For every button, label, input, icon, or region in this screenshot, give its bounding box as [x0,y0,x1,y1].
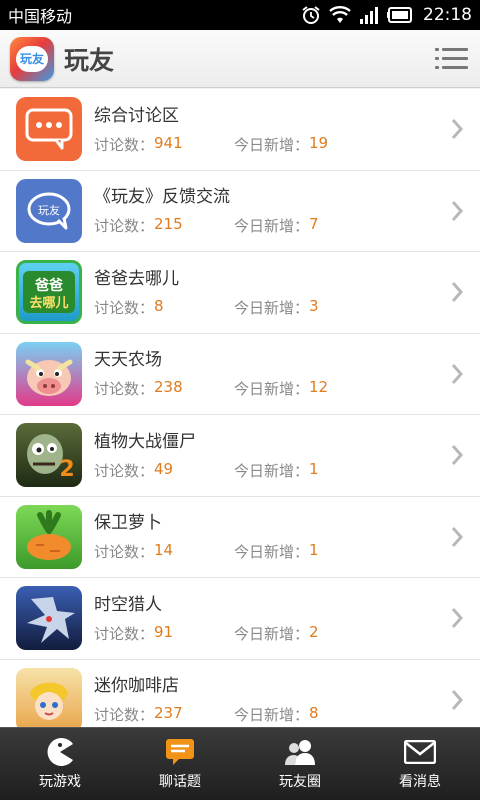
game-farm-icon [16,341,82,406]
tab-label: 玩游戏 [39,774,81,790]
topic-bubble-icon [166,739,194,765]
tab-messages[interactable]: 看消息 [360,728,480,800]
today-new-count: 1 [309,541,319,560]
discussions-label: 讨论数： [94,706,155,725]
discussions-label: 讨论数： [94,461,155,480]
discussions-count: 215 [154,215,183,234]
chevron-right-icon [451,689,464,710]
today-new-label: 今日新增： [234,380,310,399]
forum-name: 迷你咖啡店 [94,676,179,697]
discussions-count: 14 [154,541,174,560]
discussions-label: 讨论数： [94,217,155,236]
discussions-label: 讨论数： [94,543,155,562]
game-pvz-icon: 2 [16,423,82,488]
forum-item[interactable]: 2 植物大战僵尸 讨论数： 49 今日新增： 1 [0,415,480,497]
today-new-count: 2 [309,622,319,641]
menu-icon[interactable] [430,39,470,79]
mail-icon [404,740,436,764]
forum-item[interactable]: 玩友 《玩友》反馈交流 讨论数： 215 今日新增： 7 [0,171,480,252]
forum-name: 天天农场 [94,350,162,371]
forum-name: 《玩友》反馈交流 [94,187,230,208]
app-header: 玩友 玩友 [0,30,480,88]
discussions-label: 讨论数： [94,135,155,154]
bottom-nav: 玩游戏 聊话题 玩友圈 看消息 [0,727,480,800]
svg-text:爸爸: 爸爸 [34,277,63,294]
today-new-count: 1 [309,459,319,478]
signal-icon [360,7,378,24]
forum-name: 保卫萝卜 [94,513,162,534]
status-bar: 中国移动 22:18 [0,0,480,30]
battery-icon [387,7,412,23]
tab-play-games[interactable]: 玩游戏 [0,728,120,800]
forum-name: 爸爸去哪儿 [94,268,179,289]
today-new-label: 今日新增： [234,298,310,317]
game-hunter-icon [16,586,82,651]
forum-item[interactable]: 迷你咖啡店 讨论数： 237 今日新增： 8 [0,660,480,727]
discussions-count: 941 [154,133,183,152]
svg-text:2: 2 [59,457,74,482]
status-icons: 22:18 [301,5,472,25]
page-title: 玩友 [64,45,115,75]
forum-name: 时空猎人 [94,594,162,615]
today-new-label: 今日新增： [234,135,310,154]
app-logo-text: 玩友 [16,45,48,72]
forum-item[interactable]: 爸爸 去哪儿 爸爸去哪儿 讨论数： 8 今日新增： 3 [0,252,480,334]
game-cafe-icon [16,667,82,727]
today-new-label: 今日新增： [234,706,310,725]
discussions-label: 讨论数： [94,624,155,643]
clock: 22:18 [423,5,472,25]
discussions-count: 49 [154,459,174,478]
today-new-count: 12 [309,378,329,397]
friends-icon [285,740,315,765]
forum-item[interactable]: 天天农场 讨论数： 238 今日新增： 12 [0,334,480,415]
app-logo: 玩友 [10,36,54,81]
forum-name: 综合讨论区 [94,105,179,126]
discussions-label: 讨论数： [94,380,155,399]
today-new-count: 8 [309,704,319,723]
forum-item[interactable]: 保卫萝卜 讨论数： 14 今日新增： 1 [0,497,480,578]
tab-label: 玩友圈 [279,774,321,790]
game-baba-icon: 爸爸 去哪儿 [16,260,82,325]
today-new-label: 今日新增： [234,217,310,236]
today-new-count: 7 [309,215,319,234]
today-new-label: 今日新增： [234,461,310,480]
chevron-right-icon [451,526,464,547]
chevron-right-icon [451,282,464,303]
tab-friends-circle[interactable]: 玩友圈 [240,728,360,800]
discussions-count: 238 [154,378,183,397]
today-new-label: 今日新增： [234,543,310,562]
forum-item[interactable]: 时空猎人 讨论数： 91 今日新增： 2 [0,578,480,660]
chevron-right-icon [451,200,464,221]
wifi-icon [329,6,351,23]
today-new-label: 今日新增： [234,624,310,643]
chevron-right-icon [451,363,464,384]
forum-item[interactable]: 综合讨论区 讨论数： 941 今日新增： 19 [0,89,480,171]
carrier-label: 中国移动 [8,7,73,26]
tab-label: 看消息 [399,774,441,790]
chevron-right-icon [451,445,464,466]
svg-text:玩友: 玩友 [38,203,60,217]
forum-name: 植物大战僵尸 [94,431,196,452]
today-new-count: 19 [309,133,329,152]
game-carrot-icon [16,504,82,569]
forum-list: 综合讨论区 讨论数： 941 今日新增： 19 玩友 《玩友》反馈交流 讨论数： 21… [0,89,480,727]
pacman-icon [47,738,73,766]
alarm-icon [302,6,320,24]
chat-bubble-icon [16,97,82,162]
tab-topics[interactable]: 聊话题 [120,728,240,800]
feedback-bubble-icon: 玩友 [16,178,82,243]
today-new-count: 3 [309,296,319,315]
svg-text:去哪儿: 去哪儿 [29,295,68,311]
discussions-count: 91 [154,622,174,641]
discussions-count: 8 [154,296,164,315]
discussions-label: 讨论数： [94,298,155,317]
chevron-right-icon [451,608,464,629]
chevron-right-icon [451,119,464,140]
tab-label: 聊话题 [159,774,201,790]
discussions-count: 237 [154,704,183,723]
